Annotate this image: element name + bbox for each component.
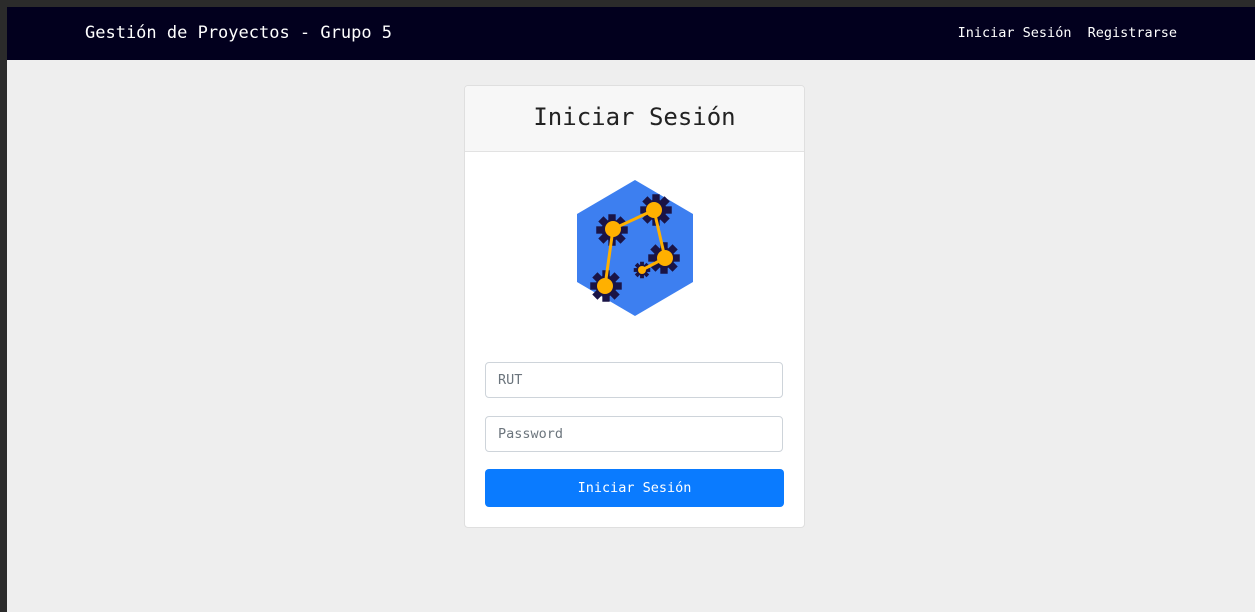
password-input[interactable]: [485, 416, 783, 452]
navbar-brand[interactable]: Gestión de Proyectos - Grupo 5: [85, 7, 392, 60]
rut-input[interactable]: [485, 362, 783, 398]
navbar-links: Iniciar Sesión Registrarse: [950, 7, 1177, 60]
nav-link-login[interactable]: Iniciar Sesión: [958, 25, 1072, 41]
nav-link-register[interactable]: Registrarse: [1088, 25, 1177, 41]
browser-viewport: Gestión de Proyectos - Grupo 5 Iniciar S…: [7, 7, 1255, 612]
login-card: Iniciar Sesión RUT Iniciar Sesión: [464, 85, 805, 528]
login-title: Iniciar Sesión: [465, 86, 804, 152]
login-button[interactable]: Iniciar Sesión: [485, 469, 784, 507]
hexagon-gears-network-icon: [577, 180, 693, 316]
navbar: Gestión de Proyectos - Grupo 5 Iniciar S…: [7, 7, 1255, 60]
